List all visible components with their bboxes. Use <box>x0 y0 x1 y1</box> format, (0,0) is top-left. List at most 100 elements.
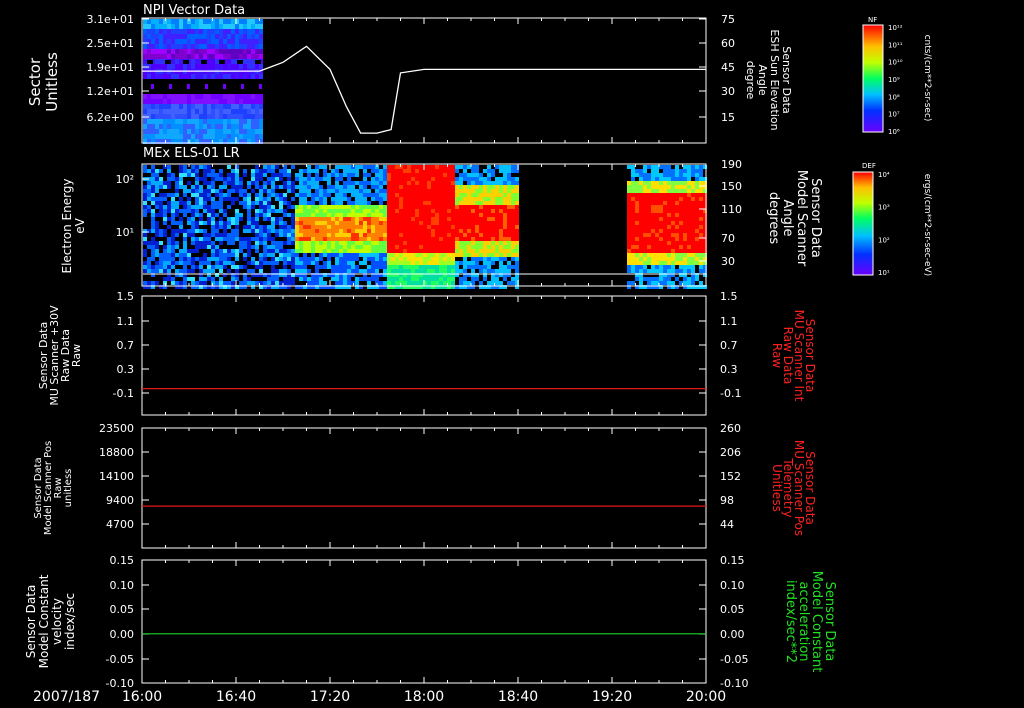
y-tick-label-right: 110 <box>721 203 742 216</box>
els-left-label-2: eV <box>73 217 87 233</box>
npi-left-label-1: Sector <box>26 57 44 106</box>
colorbar-def-tick: 10¹ <box>878 269 890 277</box>
y-tick-label-left: 6.2e+00 <box>87 111 134 124</box>
right-axis-label: Model Scanner <box>794 170 809 267</box>
y-tick-label-left: 0.10 <box>110 579 135 592</box>
colorbar-nf-label: NF <box>868 16 877 24</box>
y-tick-label-right: 15 <box>721 111 735 124</box>
right-axis-label: degrees <box>766 192 781 245</box>
y-tick-label-left: 23500 <box>99 422 134 435</box>
y-tick-label-left: 1.5 <box>117 290 135 303</box>
y-tick-label-right: 45 <box>721 61 735 74</box>
y-tick-label-right: 190 <box>721 158 742 171</box>
y-tick-label-left: -0.05 <box>106 653 134 666</box>
x-tick-label: 19:20 <box>592 689 632 705</box>
y-tick-label-left: 1.1 <box>117 315 135 328</box>
colorbar-def-label: DEF <box>862 162 876 170</box>
colorbar-def-scale <box>853 172 873 275</box>
y-tick-label-right: -0.05 <box>720 653 748 666</box>
y-tick-label-right: 0.00 <box>720 628 745 641</box>
colorbar-nf-tick: 10¹⁰ <box>888 59 903 67</box>
y-tick-label-right: 206 <box>720 446 741 459</box>
y-tick-label-right: 98 <box>720 494 734 507</box>
right-axis-label: Unitless <box>770 464 784 512</box>
npi-left-label-2: Unitless <box>43 52 61 112</box>
right-axis-label: degree <box>744 61 757 100</box>
y-tick-label-right: 44 <box>720 518 734 531</box>
y-tick-label-right: 0.15 <box>720 554 745 567</box>
y-tick-label-left: 1.2e+01 <box>87 85 134 98</box>
colorbar-nf: NF cnts/(cm**2-sr-sec) 10¹² 10¹¹ 10¹⁰ 10⁹ 10… <box>862 16 932 136</box>
y-tick-label-left: 14100 <box>99 470 134 483</box>
y-tick-label-right: 1.5 <box>720 290 738 303</box>
colorbar-nf-tick: 10¹¹ <box>888 41 903 49</box>
y-tick-label-right: -0.1 <box>720 387 741 400</box>
panel-npi: NPI Vector Data 3.1e+01 2.5e+01 1.9e+01 1.2… <box>26 3 793 144</box>
x-tick-label: 17:20 <box>310 689 350 705</box>
y-tick-label-left: 1.9e+01 <box>87 61 134 74</box>
y-tick-label-right: 152 <box>720 470 741 483</box>
y-tick-label-left: 0.7 <box>117 339 135 352</box>
y-tick-label-left: 0.00 <box>110 628 135 641</box>
y-tick-label-right: 70 <box>721 232 735 245</box>
y-tick-label-right: 30 <box>721 85 735 98</box>
colorbar-def: DEF ergs/(cm**2-sr-sec-eV) 10⁴ 10³ 10² 10¹ <box>852 162 932 277</box>
y-tick-label-right: 0.10 <box>720 579 745 592</box>
panel-frame <box>141 295 707 416</box>
y-tick-label-right: 0.05 <box>720 603 745 616</box>
y-tick-label-right: 1.1 <box>720 315 738 328</box>
y-tick-label-right: 60 <box>721 37 735 50</box>
panel-els: MEx ELS-01 LR 10² 10¹ 190 150 110 70 30 Electr… <box>60 146 823 289</box>
x-tick-label: 16:40 <box>216 689 256 705</box>
y-tick-label-right: 0.7 <box>720 339 738 352</box>
x-tick-label: 18:40 <box>498 689 538 705</box>
colorbar-nf-tick: 10¹² <box>888 24 903 32</box>
y-tick-label-right: 30 <box>721 255 735 268</box>
colorbar-nf-unit: cnts/(cm**2-sr-sec) <box>922 35 932 122</box>
date-label: 2007/187 <box>33 689 100 705</box>
right-axis-label: Angle <box>780 200 795 237</box>
panel-els-title: MEx ELS-01 LR <box>143 146 240 161</box>
y-tick-label-right: 75 <box>721 13 735 26</box>
colorbar-nf-tick: 10⁹ <box>888 76 900 84</box>
right-axis-label: Sensor Data <box>808 178 823 258</box>
y-tick-label-left: 0.05 <box>110 603 135 616</box>
y-tick-label-left: 2.5e+01 <box>87 37 134 50</box>
els-spectrogram <box>143 165 707 289</box>
colorbar-def-unit: ergs/(cm**2-sr-sec-eV) <box>922 174 932 276</box>
colorbar-def-tick: 10³ <box>878 204 890 212</box>
panel-scanner-pos: 23500 26018800 20614100 1529400 984700 44Sens… <box>33 422 817 549</box>
colorbar-def-tick: 10² <box>878 236 890 244</box>
y-tick-label-left: -0.1 <box>113 387 134 400</box>
right-axis-label: Raw <box>770 343 784 368</box>
y-tick-label-left: 3.1e+01 <box>87 13 134 26</box>
colorbar-nf-tick: 10⁸ <box>888 93 900 101</box>
left-axis-label: unitless <box>63 469 74 508</box>
panel-npi-title: NPI Vector Data <box>143 3 245 18</box>
y-tick-label-right: 260 <box>720 422 741 435</box>
npi-heatmap <box>143 19 263 144</box>
y-tick-label-left: 18800 <box>99 446 134 459</box>
right-axis-label: index/sec**2 <box>783 580 798 663</box>
y-tick-label-left: 0.15 <box>110 554 135 567</box>
y-tick-label-right: 0.3 <box>720 363 738 376</box>
x-tick-label: 20:00 <box>686 689 726 705</box>
colorbar-nf-tick: 10⁷ <box>888 111 900 119</box>
els-left-label-1: Electron Energy <box>60 178 74 273</box>
colorbar-nf-scale <box>863 25 883 132</box>
left-axis-label: index/sec <box>63 593 77 650</box>
y-tick-label-left: 10² <box>116 173 134 186</box>
plot-canvas: NPI Vector Data 3.1e+01 2.5e+01 1.9e+01 1.2… <box>24 3 932 705</box>
left-axis-label: Sensor Data <box>24 585 38 659</box>
y-tick-label-left: 10¹ <box>116 226 134 239</box>
panel-mu-raw: 1.5 1.51.1 1.10.7 0.70.3 0.3-0.1 -0.1Sensor D… <box>37 290 817 416</box>
y-tick-label-left: 0.3 <box>117 363 135 376</box>
left-axis-label: Model Constant <box>37 574 51 668</box>
x-tick-label: 16:00 <box>122 689 162 705</box>
colorbar-def-tick: 10⁴ <box>878 171 890 179</box>
colorbar-nf-tick: 10⁶ <box>888 128 900 136</box>
y-tick-label-left: 9400 <box>106 494 134 507</box>
x-axis: 2007/187 16:00 16:40 17:20 18:00 18:40 19:20 2… <box>33 689 726 705</box>
panel-frame <box>141 427 707 549</box>
y-tick-label-left: 4700 <box>106 518 134 531</box>
